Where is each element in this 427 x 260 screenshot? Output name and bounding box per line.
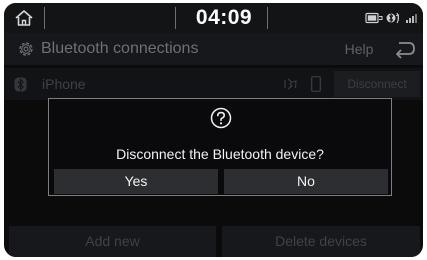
delete-devices-button[interactable]: Delete devices	[222, 226, 420, 257]
device-name: iPhone	[42, 76, 86, 92]
add-new-button[interactable]: Add new	[9, 226, 216, 257]
bluetooth-audio-icon	[284, 78, 297, 90]
bluetooth-icon	[14, 77, 27, 92]
disconnect-confirm-dialog: Disconnect the Bluetooth device? Yes No	[48, 98, 392, 196]
signal-icon	[406, 14, 417, 23]
phone-icon	[311, 76, 321, 92]
yes-button[interactable]: Yes	[54, 169, 218, 194]
clock: 04:09	[195, 6, 253, 29]
title-bar: Bluetooth connections Help	[4, 33, 423, 65]
help-button[interactable]: Help	[338, 38, 380, 60]
bottom-button-bar: Add new Delete devices	[4, 226, 423, 257]
no-button[interactable]: No	[224, 169, 388, 194]
question-icon	[210, 107, 232, 129]
status-divider	[44, 7, 45, 29]
page-title: Bluetooth connections	[41, 40, 199, 57]
head-unit-screen: 04:09 Bluetooth connections Help iPhone …	[4, 3, 423, 257]
dialog-message: Disconnect the Bluetooth device?	[116, 146, 324, 162]
phone-battery-icon	[365, 12, 383, 24]
status-divider	[175, 7, 176, 29]
gear-icon	[19, 42, 33, 56]
status-bar: 04:09	[4, 3, 423, 33]
status-divider	[267, 7, 268, 29]
status-icons	[365, 11, 419, 25]
disconnect-button[interactable]: Disconnect	[334, 71, 420, 97]
bluetooth-audio-icon	[386, 12, 400, 24]
home-icon[interactable]	[14, 8, 34, 28]
device-list-item[interactable]: iPhone Disconnect	[4, 68, 423, 100]
back-arrow-icon[interactable]	[390, 38, 418, 60]
